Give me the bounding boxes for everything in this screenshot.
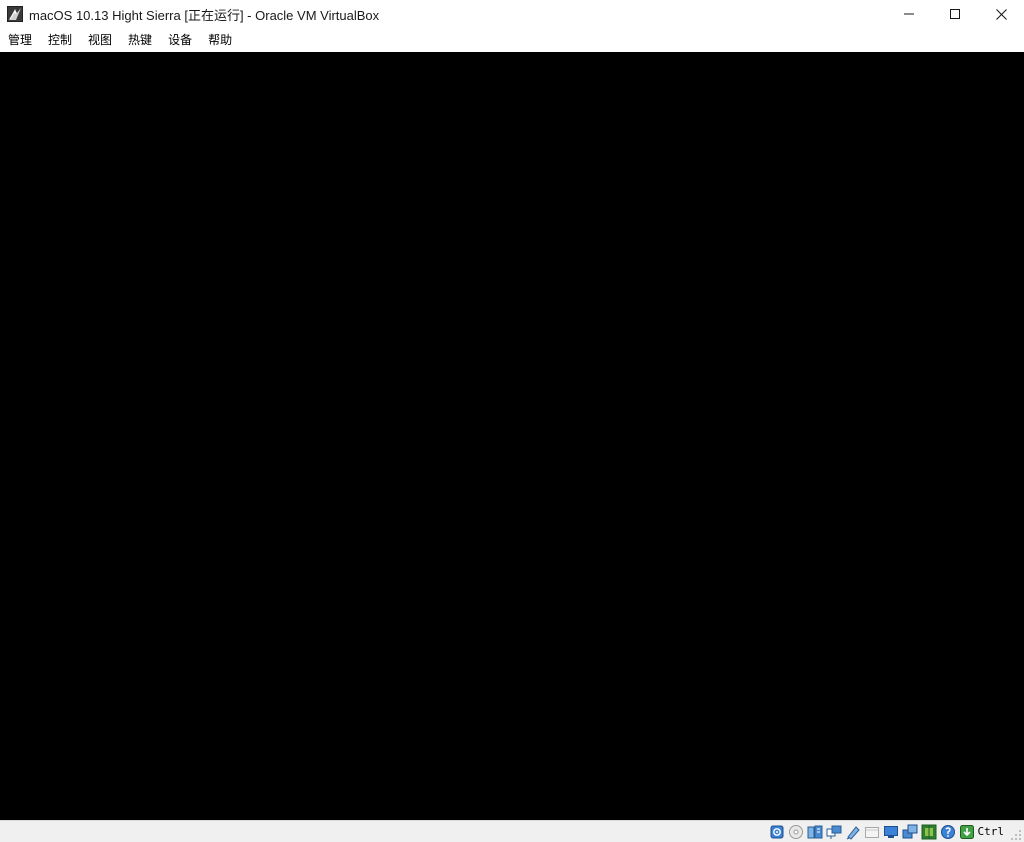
network-icon[interactable] (826, 824, 842, 840)
close-button[interactable] (978, 0, 1024, 28)
resize-grip-icon[interactable] (1010, 828, 1022, 840)
shared-folder-icon[interactable] (864, 824, 880, 840)
cpu-activity-icon[interactable] (921, 824, 937, 840)
host-key-label: Ctrl (977, 825, 1005, 838)
status-bar: Ctrl (0, 820, 1024, 842)
virtualbox-app-icon[interactable] (7, 6, 23, 22)
hard-disk-icon[interactable] (769, 824, 785, 840)
close-icon (995, 8, 1007, 20)
maximize-icon (950, 9, 960, 19)
window-title: macOS 10.13 Hight Sierra [正在运行] - Oracle… (29, 7, 380, 23)
menu-item-control[interactable]: 控制 (42, 28, 78, 52)
display-icon[interactable] (883, 824, 899, 840)
keyboard-capture-icon[interactable] (959, 824, 975, 840)
optical-drive-icon[interactable] (788, 824, 804, 840)
audio-icon[interactable] (807, 824, 823, 840)
virtualbox-window: macOS 10.13 Hight Sierra [正在运行] - Oracle… (0, 0, 1024, 842)
title-bar[interactable]: macOS 10.13 Hight Sierra [正在运行] - Oracle… (0, 0, 1024, 28)
minimize-icon (904, 9, 914, 19)
minimize-button[interactable] (886, 0, 932, 28)
menu-bar: 管理 控制 视图 热键 设备 帮助 (0, 28, 1024, 52)
mouse-integration-icon[interactable] (940, 824, 956, 840)
video-capture-icon[interactable] (902, 824, 918, 840)
maximize-button[interactable] (932, 0, 978, 28)
menu-item-devices[interactable]: 设备 (162, 28, 198, 52)
caption-buttons (886, 0, 1024, 28)
menu-item-view[interactable]: 视图 (82, 28, 118, 52)
menu-item-help[interactable]: 帮助 (202, 28, 238, 52)
menu-item-hotkeys[interactable]: 热键 (122, 28, 158, 52)
vm-display[interactable] (0, 52, 1024, 820)
usb-icon[interactable] (845, 824, 861, 840)
menu-item-manage[interactable]: 管理 (2, 28, 38, 52)
